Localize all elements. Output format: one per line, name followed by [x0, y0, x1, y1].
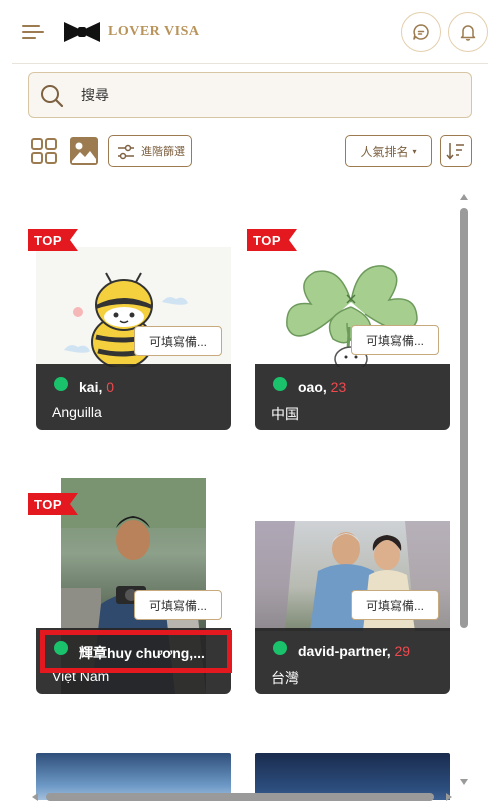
chat-icon — [413, 24, 429, 40]
bell-icon — [460, 25, 476, 41]
chat-button[interactable] — [401, 12, 441, 52]
member-info: kai, 0 Anguilla — [36, 364, 231, 430]
notification-button[interactable] — [448, 12, 488, 52]
member-name: david-partner — [298, 643, 387, 659]
member-card[interactable]: oao, 23 中国 可填寫備... — [255, 247, 450, 430]
member-card[interactable]: david-partner, 29 台灣 可填寫備... — [255, 521, 450, 694]
app-header: LOVER VISA — [0, 0, 500, 64]
header-divider — [12, 63, 488, 64]
bowtie-logo — [64, 22, 100, 42]
toolbar: 進階篩選 人氣排名 ▾ — [0, 132, 500, 168]
member-country: Anguilla — [52, 404, 102, 420]
filter-sliders-icon — [118, 144, 134, 160]
member-info: oao, 23 中国 — [255, 364, 450, 430]
top-badge: TOP — [28, 229, 78, 251]
member-name: oao — [298, 379, 323, 395]
member-country: 台灣 — [271, 670, 299, 686]
sort-descending-icon — [446, 143, 464, 160]
member-age: 0 — [106, 379, 115, 395]
member-age: 29 — [394, 643, 411, 659]
member-name-line: oao, 23 — [298, 379, 347, 395]
photo-view-icon[interactable] — [70, 137, 98, 165]
logo-text: LOVER VISA — [108, 24, 200, 39]
note-button[interactable]: 可填寫備... — [134, 326, 222, 356]
top-badge: TOP — [28, 493, 78, 515]
note-button[interactable]: 可填寫備... — [351, 590, 439, 620]
selection-highlight — [40, 630, 232, 673]
sort-order-button[interactable] — [440, 135, 472, 167]
note-button[interactable]: 可填寫備... — [134, 590, 222, 620]
advanced-filter-button[interactable]: 進階篩選 — [108, 135, 192, 167]
horizontal-scrollbar[interactable] — [28, 790, 458, 804]
search-input[interactable] — [81, 73, 461, 117]
top-badge-label: TOP — [34, 233, 62, 248]
advanced-filter-label: 進階篩選 — [141, 146, 185, 158]
vertical-scrollbar[interactable] — [456, 190, 472, 790]
member-age: 23 — [330, 379, 347, 395]
chevron-down-icon: ▾ — [412, 146, 417, 156]
member-card-list: kai, 0 Anguilla 可填寫備... oao, 23 中国 可填寫備.… — [0, 180, 460, 800]
member-card[interactable]: kai, 0 Anguilla 可填寫備... — [36, 247, 231, 430]
member-name-line: kai, 0 — [79, 379, 115, 395]
member-name: kai — [79, 379, 99, 395]
member-info: david-partner, 29 台灣 — [255, 628, 450, 694]
sort-select[interactable]: 人氣排名 ▾ — [345, 135, 432, 167]
grid-view-icon[interactable] — [31, 138, 57, 164]
search-icon — [41, 85, 64, 108]
logo[interactable]: LOVER VISA — [64, 19, 200, 45]
search-bar — [28, 72, 472, 118]
online-status-icon — [273, 641, 287, 655]
top-badge-label: TOP — [253, 233, 281, 248]
top-badge-label: TOP — [34, 497, 62, 512]
menu-icon[interactable] — [22, 22, 44, 42]
online-status-icon — [273, 377, 287, 391]
member-country: 中国 — [271, 406, 299, 422]
sort-select-label: 人氣排名 — [360, 144, 409, 159]
member-name-line: david-partner, 29 — [298, 643, 411, 659]
note-button[interactable]: 可填寫備... — [351, 325, 439, 355]
online-status-icon — [54, 377, 68, 391]
top-badge: TOP — [247, 229, 297, 251]
